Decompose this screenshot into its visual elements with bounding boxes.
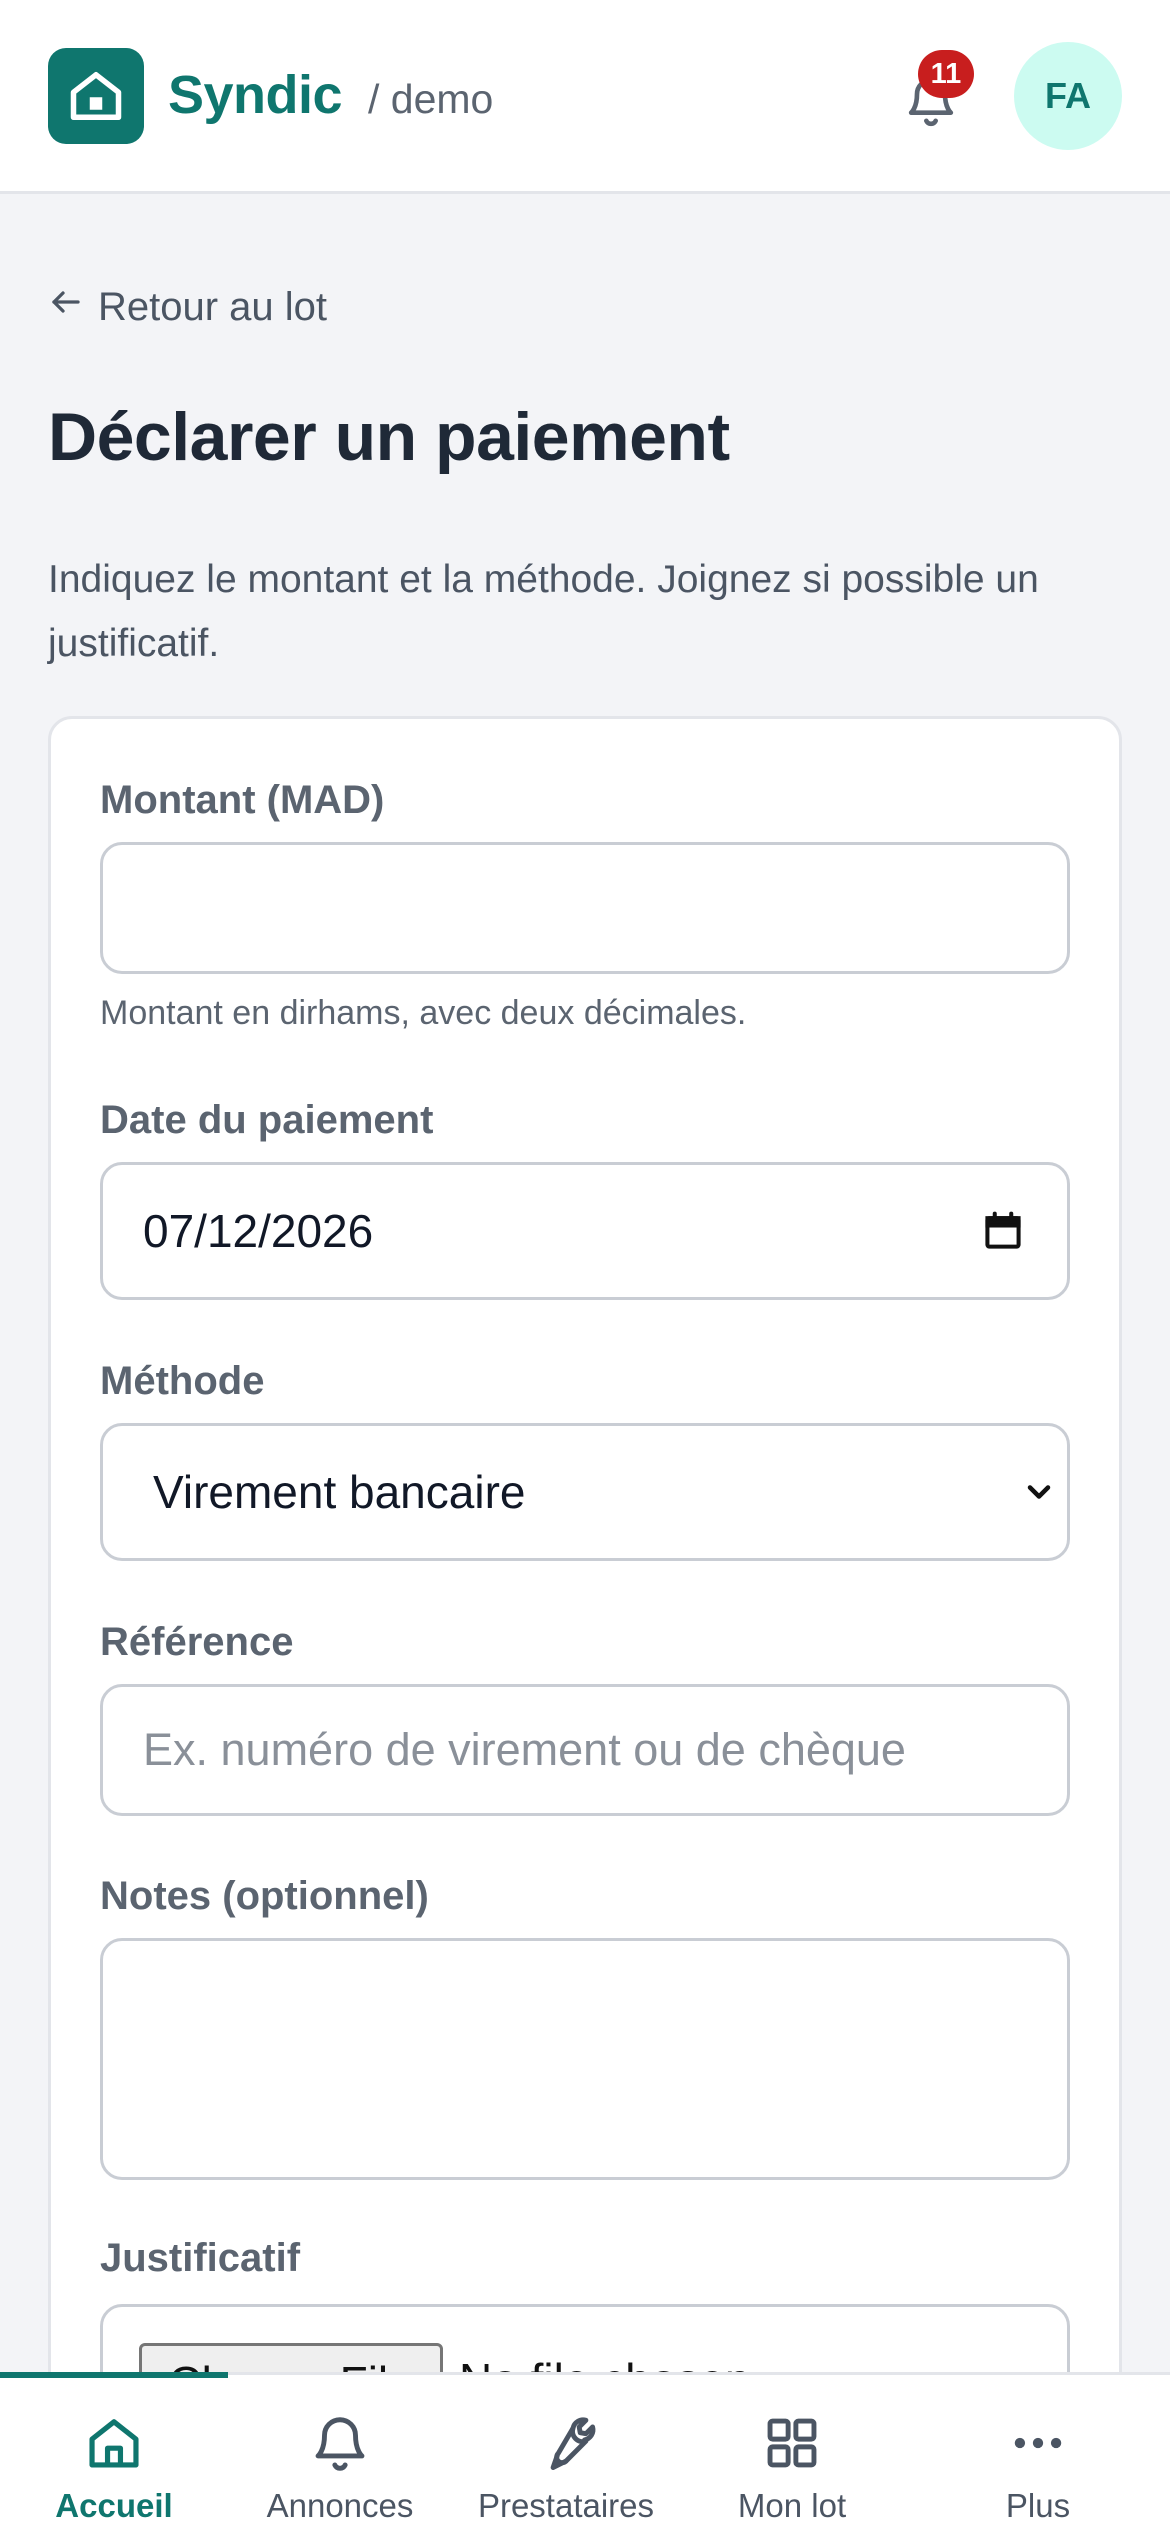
reference-label: Référence (100, 1620, 294, 1664)
nav-item-prestataires[interactable]: Prestataires (452, 2375, 680, 2532)
nav-label-prestataires: Prestataires (477, 2487, 655, 2524)
attachment-field-clip: Choose File No file chosen (100, 2304, 1070, 2374)
notes-textarea[interactable] (100, 1938, 1070, 2180)
home-logo-icon[interactable] (48, 48, 144, 144)
method-label: Méthode (100, 1359, 265, 1403)
notification-count-badge: 11 (918, 50, 974, 98)
date-input[interactable]: 07/12/2026 (100, 1162, 1070, 1300)
wrench-icon (535, 2411, 597, 2475)
nav-item-plus[interactable]: Plus (924, 2375, 1152, 2532)
date-label: Date du paiement (100, 1098, 434, 1142)
nav-label-plus: Plus (1005, 2487, 1071, 2524)
nav-label-accueil: Accueil (55, 2487, 173, 2524)
amount-hint: Montant en dirhams, avec deux décimales. (100, 994, 747, 1032)
attachment-file-input[interactable]: Choose File No file chosen (100, 2304, 1070, 2374)
nav-item-mon-lot[interactable]: Mon lot (678, 2375, 906, 2532)
brand-name[interactable]: Syndic (168, 64, 343, 126)
choose-file-button[interactable]: Choose File (139, 2343, 443, 2374)
page-subtitle: Indiquez le montant et la méthode. Joign… (48, 558, 1039, 665)
arrow-left-icon (48, 284, 84, 330)
file-status-text: No file chosen (459, 2353, 751, 2374)
nav-item-annonces[interactable]: Annonces (226, 2375, 454, 2532)
chevron-down-icon (1021, 1474, 1057, 1510)
bottom-navigation: Accueil Annonces Prestataires Mon lot Pl… (0, 2372, 1170, 2532)
notes-label: Notes (optionnel) (100, 1874, 429, 1918)
attachment-label: Justificatif (100, 2236, 301, 2280)
method-select[interactable]: Virement bancaire (100, 1423, 1070, 1561)
amount-label: Montant (MAD) (100, 778, 385, 822)
back-to-lot-link[interactable]: Retour au lot (48, 284, 327, 330)
home-icon (83, 2411, 145, 2475)
page-title: Déclarer un paiement (48, 399, 730, 475)
bell-icon (309, 2411, 371, 2475)
more-icon (1007, 2411, 1069, 2475)
user-avatar[interactable]: FA (1014, 42, 1122, 150)
reference-placeholder: Ex. numéro de virement ou de chèque (143, 1724, 906, 1775)
amount-input[interactable] (100, 842, 1070, 974)
back-link-label: Retour au lot (98, 284, 328, 329)
app-header: Syndic / demo 11 FA (0, 0, 1170, 194)
date-value: 07/12/2026 (143, 1205, 374, 1257)
grid-icon (761, 2411, 823, 2475)
nav-label-annonces: Annonces (266, 2487, 414, 2524)
nav-item-accueil[interactable]: Accueil (0, 2375, 228, 2532)
nav-label-mon-lot: Mon lot (737, 2487, 847, 2524)
reference-input[interactable]: Ex. numéro de virement ou de chèque (100, 1684, 1070, 1816)
method-selected-value: Virement bancaire (153, 1466, 526, 1518)
workspace-name: / demo (368, 76, 494, 122)
calendar-icon[interactable] (981, 1209, 1025, 1253)
